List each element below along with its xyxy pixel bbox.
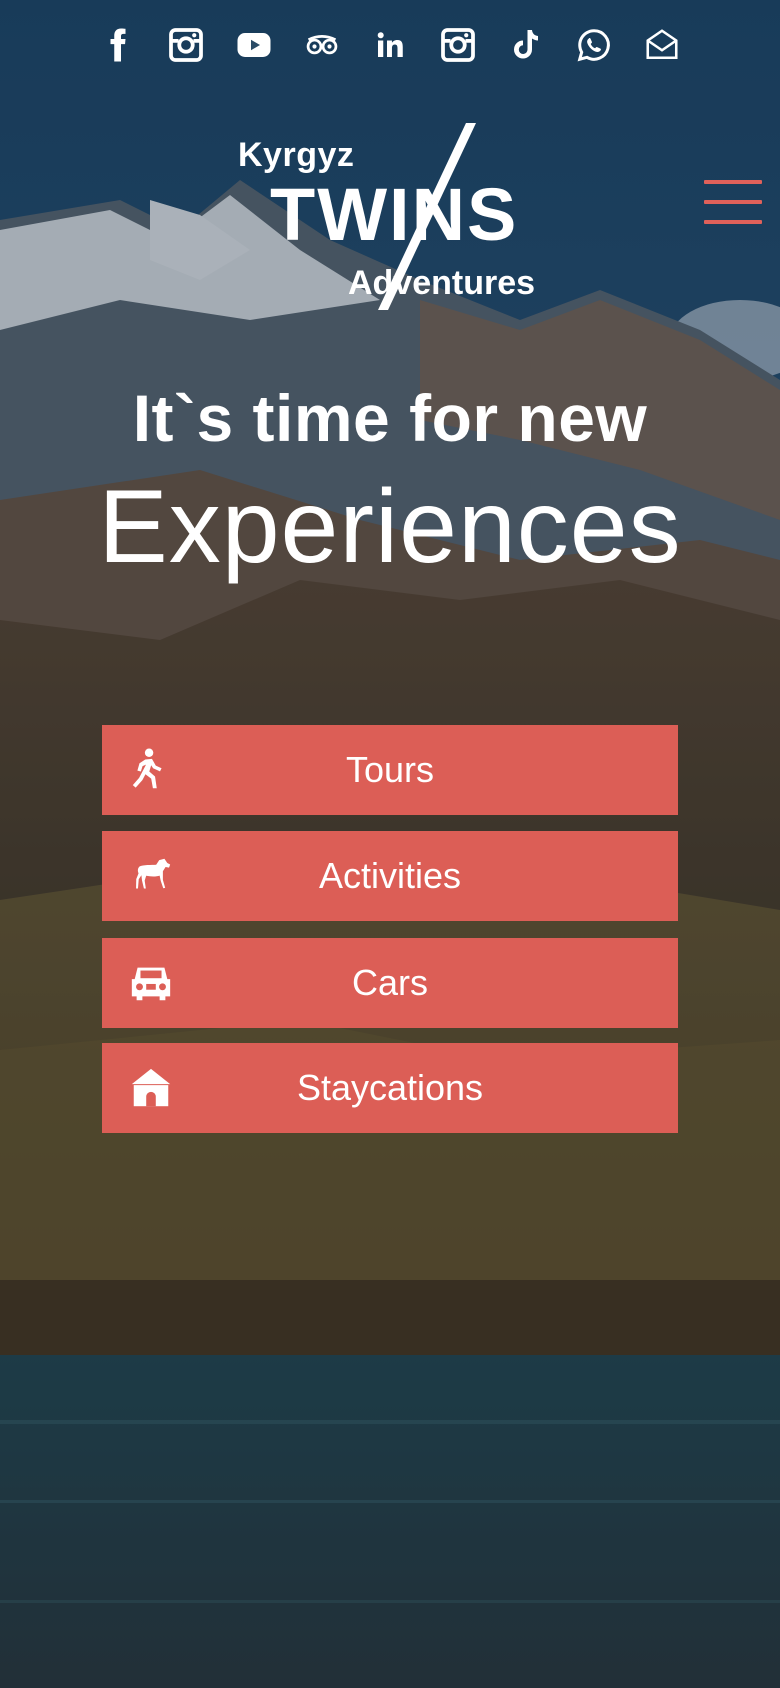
linkedin-icon[interactable] <box>369 24 411 66</box>
tripadvisor-icon[interactable] <box>301 24 343 66</box>
hero-title-line2: Experiences <box>98 469 682 585</box>
horse-icon <box>136 858 171 889</box>
logo-twins: TWINS <box>270 173 519 256</box>
instagram-icon[interactable] <box>437 24 479 66</box>
email-icon[interactable] <box>641 24 683 66</box>
hero-title-line1: It`s time for new <box>132 381 648 455</box>
tours-label: Tours <box>345 749 435 790</box>
tours-button[interactable]: Tours <box>102 725 678 815</box>
logo[interactable]: Kyrgyz TWINS Adventures <box>230 118 550 318</box>
instagram-icon[interactable] <box>165 24 207 66</box>
cars-button[interactable]: Cars <box>102 938 678 1028</box>
activities-label: Activities <box>318 855 462 896</box>
menu-bar <box>704 200 762 204</box>
menu-bar <box>704 220 762 224</box>
menu-bar <box>704 180 762 184</box>
staycations-button[interactable]: Staycations <box>102 1043 678 1133</box>
menu-icon[interactable] <box>704 180 762 224</box>
whatsapp-icon[interactable] <box>573 24 615 66</box>
cars-label: Cars <box>351 962 428 1003</box>
facebook-icon[interactable] <box>97 24 139 66</box>
tiktok-icon[interactable] <box>505 24 547 66</box>
jeep-icon <box>131 967 171 1001</box>
house-icon <box>131 1068 171 1107</box>
activities-button[interactable]: Activities <box>102 831 678 921</box>
social-bar <box>0 24 780 66</box>
logo-kyrgyz: Kyrgyz <box>238 136 355 174</box>
staycations-label: Staycations <box>296 1067 484 1108</box>
logo-adventures: Adventures <box>348 264 536 302</box>
youtube-icon[interactable] <box>233 24 275 66</box>
hiker-icon <box>132 748 162 789</box>
